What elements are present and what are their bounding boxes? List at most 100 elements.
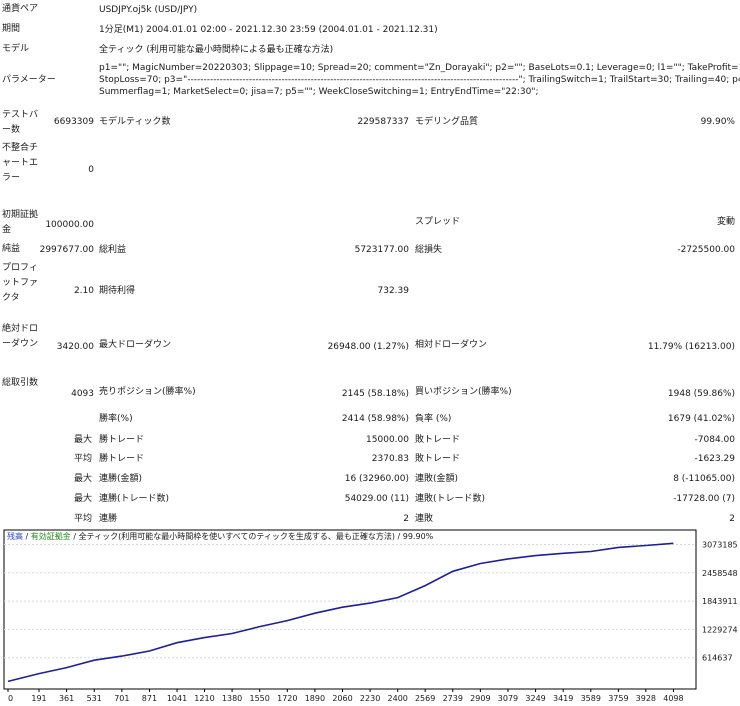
stats-row-left-value: 2414 (58.98%): [341, 414, 409, 424]
model-quality-label: モデリング品質: [415, 117, 479, 127]
stats-row-right-label: 敗トレード: [415, 435, 461, 445]
legend-lots: 有効証拠金: [31, 531, 71, 541]
y-tick-label: 614637: [702, 654, 733, 663]
pair-value: USDJPY.oj5k (USD/JPY): [99, 5, 198, 15]
stats-row-right-label: 連敗(トレード数): [415, 494, 486, 504]
gross-profit-label: 総利益: [99, 245, 127, 255]
rel-drawdown-value: 11.79% (16213.00): [647, 342, 735, 352]
x-tick-label: 3249: [525, 694, 545, 703]
x-tick-label: 2739: [443, 694, 463, 703]
model-value: 全ティック (利用可能な最小時間枠による最も正確な方法): [99, 45, 334, 55]
parameters-line-2: StopLoss=70; p3="-----------------------…: [99, 75, 740, 85]
x-tick-label: 3589: [581, 694, 601, 703]
period-value: 1分足(M1) 2004.01.01 02:00 - 2021.12.30 23…: [99, 25, 438, 35]
y-tick-label: 1843911: [702, 597, 738, 606]
stats-row-prefix: 平均: [74, 454, 93, 464]
profit-factor-label: プロフィットファクタ: [2, 263, 39, 303]
chart-x-ticks: 0 191 361 531 701 871 1041 1210 1380 1550 1720 1890…: [7, 689, 684, 703]
stats-row-left-label: 連勝(トレード数): [99, 494, 170, 504]
period-label: 期間: [2, 24, 21, 34]
stats-row-left-value: 16 (32960.00): [344, 474, 409, 484]
model-ticks-value: 229587337: [357, 117, 409, 127]
stats-row-right-value: -17728.00 (7): [673, 494, 735, 504]
x-tick-label: 2400: [388, 694, 408, 703]
x-tick-label: 3419: [553, 694, 573, 703]
x-tick-label: 1380: [222, 694, 242, 703]
stats-row-prefix: 最大: [74, 474, 93, 484]
stats-row-right-value: -1623.29: [694, 454, 735, 464]
x-tick-label: 871: [142, 694, 157, 703]
abs-drawdown-value: 3420.00: [56, 342, 94, 352]
short-positions-value: 2145 (58.18%): [341, 389, 409, 399]
legend-separator: /: [23, 532, 31, 541]
model-quality-value: 99.90%: [700, 117, 735, 127]
stats-row-right-label: 敗トレード: [415, 454, 461, 464]
max-drawdown-label: 最大ドローダウン: [99, 340, 172, 350]
x-tick-label: 2060: [332, 694, 352, 703]
mismatch-value: 0: [88, 165, 94, 175]
short-positions-label: 売りポジション(勝率%): [99, 387, 196, 397]
test-bars-value: 6693309: [53, 117, 94, 127]
chart-y-ticks: 614637 1229274 1843911 2458548 3073185: [702, 540, 738, 662]
long-positions-value: 1948 (59.86%): [667, 389, 735, 399]
expected-payoff-value: 732.39: [377, 286, 410, 296]
parameters-line-3: Summerflag=1; MarketSelect=0; jisa=7; p5…: [99, 87, 539, 97]
gross-profit-value: 5723177.00: [354, 245, 409, 255]
legend-balance: 残高: [7, 531, 23, 541]
x-tick-label: 1890: [305, 694, 325, 703]
x-tick-label: 701: [114, 694, 129, 703]
stats-row-right-value: -7084.00: [694, 435, 735, 445]
model-ticks-label: モデルティック数: [99, 117, 171, 127]
stats-row-right-value: 1679 (41.02%): [667, 414, 735, 424]
legend-model: 全ティック(利用可能な最小時間枠を使いすべてのティックを生成する、最も正確な方法…: [79, 531, 395, 541]
stats-row-left-label: 勝トレード: [99, 435, 145, 445]
initial-deposit-value: 100000.00: [45, 220, 94, 230]
gross-loss-value: -2725500.00: [677, 245, 735, 255]
stats-row-left-label: 勝率(%): [99, 414, 133, 424]
stats-row-left-value: 2: [403, 514, 409, 524]
max-drawdown-value: 26948.00 (1.27%): [327, 342, 409, 352]
net-profit-value: 2997677.00: [39, 245, 94, 255]
y-tick-label: 3073185: [702, 540, 738, 549]
stats-row-left-value: 15000.00: [366, 435, 409, 445]
total-trades-value: 4093: [71, 389, 94, 399]
x-tick-label: 2230: [360, 694, 380, 703]
x-tick-label: 0: [8, 694, 13, 703]
stats-row-left-label: 連勝(金額): [99, 474, 143, 484]
x-tick-label: 4098: [663, 694, 683, 703]
x-tick-label: 531: [87, 694, 102, 703]
pair-label: 通貨ペア: [2, 4, 39, 14]
legend-quality: / 99.90%: [395, 532, 434, 541]
long-positions-label: 買いポジション(勝率%): [415, 387, 512, 397]
x-tick-label: 3759: [608, 694, 628, 703]
x-tick-label: 191: [31, 694, 46, 703]
stats-row-prefix: 平均: [74, 514, 93, 524]
parameters-line-1: p1=""; MagicNumber=20220303; Slippage=10…: [99, 63, 740, 73]
stats-row-right-label: 連敗(金額): [415, 474, 459, 484]
y-tick-label: 1229274: [702, 625, 738, 634]
stats-row-right-label: 負率 (%): [415, 414, 452, 424]
x-tick-label: 1550: [250, 694, 270, 703]
stats-row-prefix: 最大: [74, 494, 93, 504]
x-tick-label: 1720: [277, 694, 297, 703]
chart-legend: 残高 / 有効証拠金 / 全ティック(利用可能な最小時間枠を使いすべてのティック…: [7, 531, 434, 541]
x-tick-label: 1210: [194, 694, 214, 703]
stats-row-left-value: 2370.83: [371, 454, 409, 464]
model-label: モデル: [2, 44, 30, 54]
spread-label: スプレッド: [415, 217, 461, 227]
chart-plot-frame: [3, 529, 697, 690]
stats-row-right-value: 2: [729, 514, 735, 524]
parameters-label: パラメーター: [2, 75, 56, 85]
balance-chart: 残高 / 有効証拠金 / 全ティック(利用可能な最小時間枠を使いすべてのティック…: [3, 529, 738, 703]
stats-row-right-label: 連敗: [415, 514, 434, 524]
stats-row-prefix: 最大: [74, 435, 93, 445]
expected-payoff-label: 期待利得: [99, 286, 136, 296]
x-tick-label: 3928: [636, 694, 656, 703]
x-tick-label: 1041: [167, 694, 187, 703]
spread-value: 変動: [716, 217, 735, 227]
stats-row-left-label: 勝トレード: [99, 454, 145, 464]
rel-drawdown-label: 相対ドローダウン: [415, 340, 488, 350]
x-tick-label: 2569: [415, 694, 435, 703]
profit-factor-value: 2.10: [73, 286, 94, 296]
x-tick-label: 2909: [470, 694, 490, 703]
